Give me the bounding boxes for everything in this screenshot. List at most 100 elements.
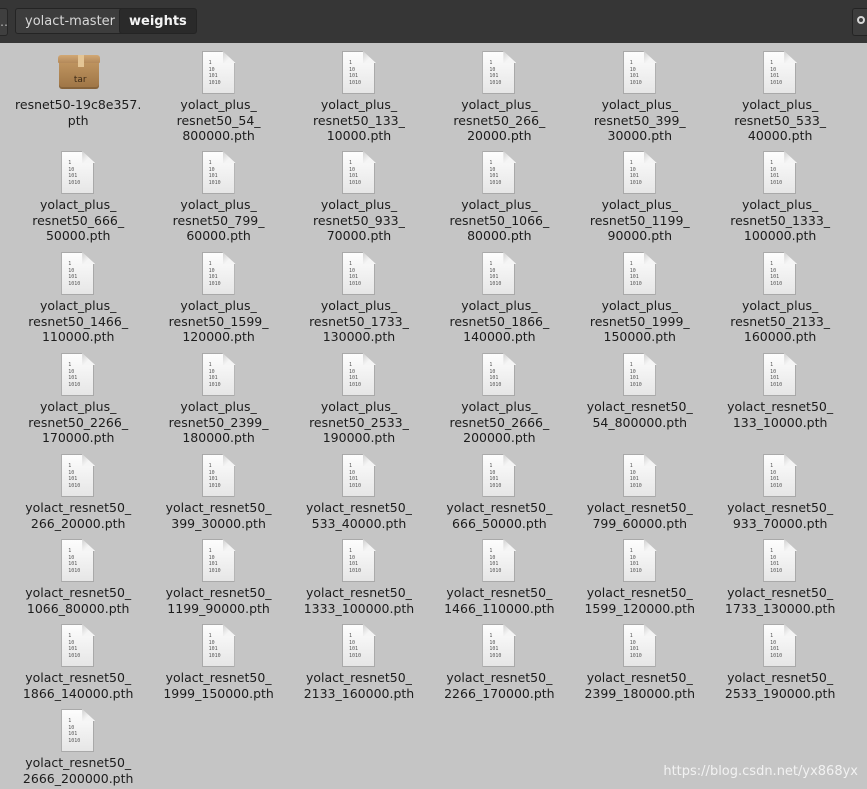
binary-glyph: 1 10 101 1010 [489,463,502,489]
binary-file-icon: 1 10 101 1010 [622,51,657,95]
binary-glyph: 1 10 101 1010 [208,60,221,86]
file-name-line: yolact_resnet50_ [165,670,272,685]
binary-file-icon: 1 10 101 1010 [763,151,798,195]
file-item[interactable]: 1 10 101 1010 yolact_resnet50_ 133_10000.p… [710,348,850,449]
binary-file-icon: 1 10 101 1010 [341,51,376,95]
file-item[interactable]: 1 10 101 1010 yolact_resnet50_ 2133_160000… [289,619,429,704]
file-name: yolact_resnet50_ 533_40000.pth [290,500,428,531]
file-name-line: 1199_90000.pth [167,600,270,616]
binary-file-icon: 1 10 101 1010 [763,454,798,498]
file-name-line: yolact_resnet50_ [586,399,693,414]
file-name-line: 2399_180000.pth [584,685,695,701]
file-item[interactable]: 1 10 101 1010 yolact_plus_ resnet50_1999_ 1… [570,247,710,348]
file-name-line: yolact_plus_ [180,298,257,313]
binary-file-icon: 1 10 101 1010 [201,252,236,296]
binary-file-icon: 1 10 101 1010 [201,51,236,95]
file-item[interactable]: 1 10 101 1010 yolact_resnet50_ 1733_130000… [710,534,850,619]
file-item[interactable]: 1 10 101 1010 yolact_plus_ resnet50_2133_ 1… [710,247,850,348]
file-item[interactable]: 1 10 101 1010 yolact_resnet50_ 933_70000.p… [710,449,850,534]
file-name: yolact_plus_ resnet50_1199_ 90000.pth [571,197,709,244]
file-name: yolact_plus_ resnet50_2666_ 200000.pth [430,399,568,446]
file-name-line: yolact_resnet50_ [305,670,412,685]
file-item[interactable]: 1 10 101 1010 yolact_resnet50_ 1866_140000… [8,619,148,704]
binary-glyph: 1 10 101 1010 [629,60,642,86]
file-item[interactable]: 1 10 101 1010 yolact_plus_ resnet50_399_ 30… [570,46,710,146]
file-name-line: resnet50_133_ [313,112,405,128]
file-item[interactable]: 1 10 101 1010 yolact_plus_ resnet50_133_ 10… [289,46,429,146]
file-item[interactable]: 1 10 101 1010 yolact_resnet50_ 2533_190000… [710,619,850,704]
file-item[interactable]: 1 10 101 1010 yolact_resnet50_ 666_50000.p… [429,449,569,534]
file-item[interactable]: 1 10 101 1010 yolact_resnet50_ 54_800000.p… [570,348,710,449]
path-segment-weights[interactable]: weights [119,8,197,34]
file-name-line: yolact_plus_ [741,298,819,313]
file-name-line: yolact_plus_ [320,298,398,313]
file-item[interactable]: 1 10 101 1010 yolact_plus_ resnet50_666_ 50… [8,146,148,247]
file-name: yolact_plus_ resnet50_1733_ 130000.pth [290,298,428,345]
binary-glyph: 1 10 101 1010 [489,160,502,186]
path-segment-yolact-master[interactable]: yolact-master [15,8,126,34]
file-item[interactable]: 1 10 101 1010 yolact_plus_ resnet50_1733_ 1… [289,247,429,348]
file-name-line: yolact_resnet50_ [25,585,132,600]
file-name-line: 1999_150000.pth [163,685,274,701]
file-item[interactable]: 1 10 101 1010 yolact_plus_ resnet50_1866_ 1… [429,247,569,348]
file-item[interactable]: 1 10 101 1010 yolact_plus_ resnet50_1599_ 1… [148,247,288,348]
file-name-line: resnet50_1333_ [730,212,831,228]
search-button[interactable] [852,8,867,36]
binary-file-icon: 1 10 101 1010 [61,454,96,498]
file-item[interactable]: 1 10 101 1010 yolact_resnet50_ 2266_170000… [429,619,569,704]
file-item[interactable]: 1 10 101 1010 yolact_resnet50_ 1066_80000.… [8,534,148,619]
file-item[interactable]: 1 10 101 1010 yolact_plus_ resnet50_2666_ 2… [429,348,569,449]
file-name-line: 1066_80000.pth [26,600,130,616]
file-name: yolact_resnet50_ 399_30000.pth [150,500,288,531]
file-name-line: yolact_plus_ [40,298,117,313]
file-name-line: 200000.pth [463,430,536,445]
file-item[interactable]: 1 10 101 1010 yolact_resnet50_ 533_40000.p… [289,449,429,534]
file-name-line: yolact_plus_ [741,197,819,212]
file-item[interactable]: 1 10 101 1010 yolact_resnet50_ 1466_110000… [429,534,569,619]
binary-glyph: 1 10 101 1010 [208,362,221,388]
path-segment-previous[interactable]: … [0,8,8,36]
file-name: yolact_plus_ resnet50_54_ 800000.pth [150,97,288,144]
file-item[interactable]: 1 10 101 1010 yolact_plus_ resnet50_799_ 60… [148,146,288,247]
binary-glyph: 1 10 101 1010 [629,160,642,186]
file-item[interactable]: 1 10 101 1010 yolact_plus_ resnet50_2399_ 1… [148,348,288,449]
file-item[interactable]: 1 10 101 1010 yolact_plus_ resnet50_1466_ 1… [8,247,148,348]
file-item[interactable]: 1 10 101 1010 yolact_plus_ resnet50_54_ 800… [148,46,288,146]
file-item[interactable]: 1 10 101 1010 yolact_resnet50_ 2399_180000… [570,619,710,704]
file-item[interactable]: 1 10 101 1010 yolact_resnet50_ 1333_100000… [289,534,429,619]
file-name-line: resnet50_533_ [734,112,827,128]
file-item[interactable]: 1 10 101 1010 yolact_resnet50_ 2666_200000… [8,704,148,789]
file-item[interactable]: 1 10 101 1010 yolact_plus_ resnet50_2533_ 1… [289,348,429,449]
binary-file-icon: 1 10 101 1010 [763,539,798,583]
file-item[interactable]: 1 10 101 1010 yolact_plus_ resnet50_1199_ 9… [570,146,710,247]
binary-glyph: 1 10 101 1010 [68,633,81,659]
file-item[interactable]: 1 10 101 1010 yolact_resnet50_ 266_20000.p… [8,449,148,534]
file-name-line: 799_60000.pth [592,515,688,531]
binary-glyph: 1 10 101 1010 [348,548,362,574]
file-item[interactable]: 1 10 101 1010 yolact_resnet50_ 1199_90000.… [148,534,288,619]
file-item[interactable]: 1 10 101 1010 yolact_plus_ resnet50_933_ 70… [289,146,429,247]
file-name: yolact_resnet50_ 666_50000.pth [430,500,568,531]
file-item[interactable]: 1 10 101 1010 yolact_plus_ resnet50_2266_ 1… [8,348,148,449]
file-item[interactable]: 1 10 101 1010 yolact_plus_ resnet50_1333_ 1… [710,146,850,247]
file-item[interactable]: tar resnet50-19c8e357. pth [8,46,148,146]
file-item[interactable]: 1 10 101 1010 yolact_plus_ resnet50_266_ 20… [429,46,569,146]
file-item[interactable]: 1 10 101 1010 yolact_resnet50_ 399_30000.p… [148,449,288,534]
binary-glyph: 1 10 101 1010 [770,548,783,574]
file-name-line: yolact_resnet50_ [25,670,132,685]
file-name-line: yolact_resnet50_ [727,500,834,515]
binary-glyph: 1 10 101 1010 [348,160,362,186]
binary-file-icon: 1 10 101 1010 [61,252,96,296]
file-item[interactable]: 1 10 101 1010 yolact_resnet50_ 1599_120000… [570,534,710,619]
file-item[interactable]: 1 10 101 1010 yolact_resnet50_ 799_60000.p… [570,449,710,534]
file-name-line: yolact_plus_ [40,197,117,212]
file-item[interactable]: 1 10 101 1010 yolact_plus_ resnet50_1066_ 8… [429,146,569,247]
binary-file-icon: 1 10 101 1010 [482,252,517,296]
file-name-line: resnet50_1866_ [449,313,550,329]
file-name: yolact_plus_ resnet50_2533_ 190000.pth [290,399,428,446]
file-name: yolact_plus_ resnet50_933_ 70000.pth [290,197,428,244]
binary-file-icon: 1 10 101 1010 [482,151,517,195]
file-item[interactable]: 1 10 101 1010 yolact_plus_ resnet50_533_ 40… [710,46,850,146]
binary-glyph: 1 10 101 1010 [348,60,362,86]
file-item[interactable]: 1 10 101 1010 yolact_resnet50_ 1999_150000… [148,619,288,704]
